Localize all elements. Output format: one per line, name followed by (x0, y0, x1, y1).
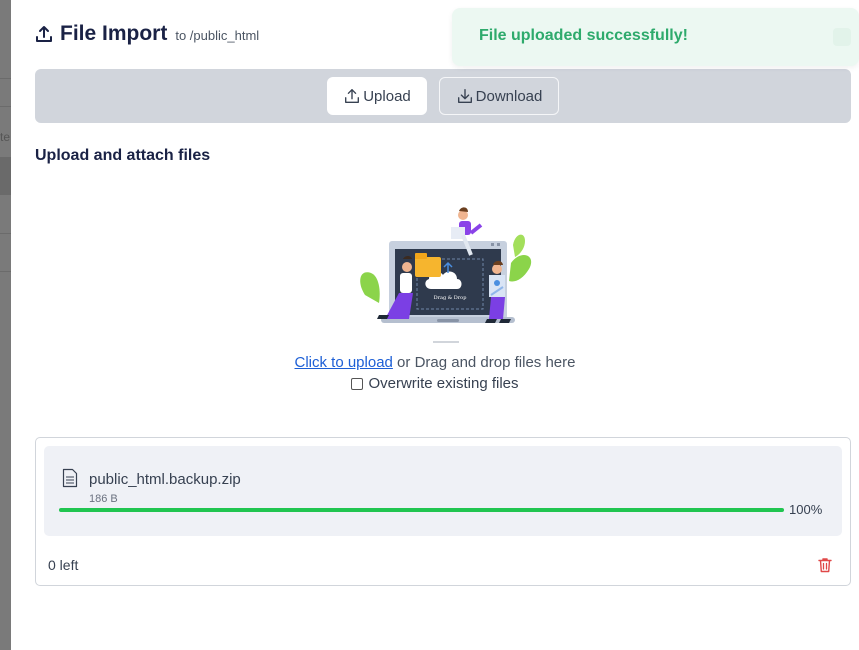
overwrite-label[interactable]: Overwrite existing files (368, 375, 518, 392)
toast-message: File uploaded successfully! (479, 27, 688, 44)
drag-drop-illustration: Drag & Drop (360, 207, 532, 343)
modal-backdrop: te (0, 0, 11, 650)
tab-upload[interactable]: Upload (327, 77, 427, 115)
backdrop-block (0, 157, 11, 195)
illustration-caption: Drag & Drop (434, 295, 467, 301)
section-title: Upload and attach files (35, 147, 211, 164)
overwrite-option: Overwrite existing files (11, 375, 859, 392)
backdrop-text-fragment: te (0, 130, 11, 144)
download-icon (457, 89, 472, 103)
success-toast: File uploaded successfully! (452, 8, 859, 66)
file-item: public_html.backup.zip 186 B 100% (44, 446, 842, 536)
overwrite-checkbox[interactable] (351, 377, 364, 390)
upload-icon (345, 89, 360, 103)
file-import-panel: File Import to /public_html Upload Downl… (11, 0, 859, 650)
tab-download-label: Download (475, 87, 543, 105)
backdrop-divider (0, 106, 11, 107)
file-icon (62, 468, 78, 488)
file-name: public_html.backup.zip (89, 471, 241, 488)
tab-upload-label: Upload (363, 87, 411, 105)
uploaded-files-list: public_html.backup.zip 186 B 100% 0 left (35, 437, 851, 586)
dropzone-text: or Drag and drop files here (392, 354, 576, 371)
toast-close-button[interactable] (833, 28, 851, 46)
trash-icon[interactable] (816, 556, 834, 574)
backdrop-divider (0, 78, 11, 79)
click-to-upload-link[interactable]: Click to upload (295, 354, 393, 371)
upload-progress-label: 100% (789, 502, 823, 517)
upload-progress-bar (59, 508, 784, 512)
backdrop-divider (0, 271, 11, 272)
dropzone-instructions: Click to upload or Drag and drop files h… (11, 354, 859, 371)
panel-header: File Import to /public_html (34, 22, 259, 46)
import-mode-tabs: Upload Download (35, 69, 851, 123)
tab-download[interactable]: Download (439, 77, 559, 115)
file-size: 186 B (89, 493, 118, 505)
files-remaining: 0 left (48, 557, 79, 573)
backdrop-divider (0, 233, 11, 234)
page-subtitle: to /public_html (175, 28, 260, 43)
upload-progress-fill (59, 508, 784, 512)
page-title: File Import (60, 22, 168, 45)
upload-icon (36, 26, 52, 42)
